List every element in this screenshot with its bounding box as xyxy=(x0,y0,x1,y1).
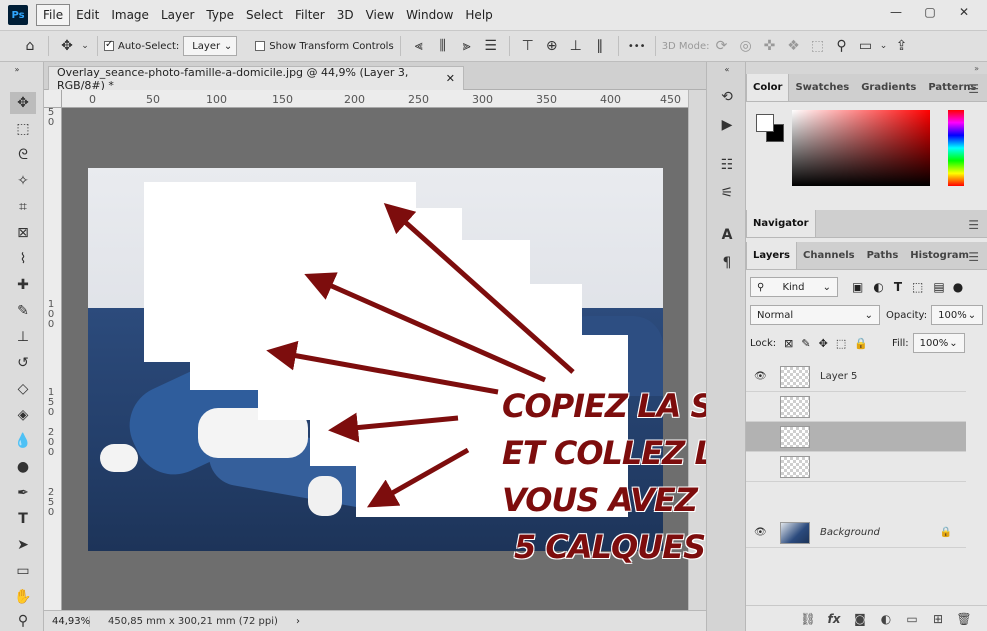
trash-icon[interactable]: 🗑 xyxy=(955,612,973,626)
mask-icon[interactable]: ◙ xyxy=(851,612,869,626)
blend-mode-value: Normal xyxy=(757,309,794,321)
filter-toggle-icon[interactable]: ● xyxy=(953,280,963,294)
lock-artboard-icon[interactable]: ⬚ xyxy=(836,337,846,350)
pixel-filter-icon[interactable]: ▣ xyxy=(852,280,863,294)
blend-mode-dropdown[interactable]: Normal ⌄ xyxy=(750,305,880,325)
type-filter-icon[interactable]: T xyxy=(894,280,902,294)
collapse-icon[interactable]: « xyxy=(716,64,738,74)
smart-object-filter-icon[interactable]: ▤ xyxy=(933,280,944,294)
visibility-eye-icon[interactable]: 👁 xyxy=(754,371,770,382)
color-panel xyxy=(746,102,987,210)
panel-menu-icon[interactable]: ☰ xyxy=(968,82,979,96)
paragraph-icon[interactable]: ¶ xyxy=(716,252,738,274)
arrow-3 xyxy=(266,340,499,395)
opacity-label: Opacity: xyxy=(886,309,928,321)
history-icon[interactable]: ⟲ xyxy=(716,86,738,108)
folder-icon[interactable]: ▭ xyxy=(903,612,921,626)
blend-opacity-row: Normal ⌄ Opacity: 100% ⌄ xyxy=(750,304,984,326)
filter-search-icon: ⚲ xyxy=(757,281,765,293)
layer-row[interactable]: 👁 Background 🔒 xyxy=(746,518,966,548)
chevron-down-icon: ⌄ xyxy=(967,309,977,321)
navigator-panel-tabs: Navigator ☰ xyxy=(746,210,987,238)
tab-histogram[interactable]: Histogram xyxy=(904,242,975,269)
lock-pixels-icon[interactable]: ✎ xyxy=(801,337,810,350)
arrow-1 xyxy=(383,203,575,374)
layer-row[interactable] xyxy=(746,422,966,452)
layer-row[interactable]: 👁 Layer 5 xyxy=(746,362,966,392)
fill-field[interactable]: 100% ⌄ xyxy=(912,333,965,353)
layer-name[interactable]: Background xyxy=(820,527,880,538)
character-icon[interactable]: A xyxy=(716,224,738,246)
panel-menu-icon[interactable]: ☰ xyxy=(968,250,979,264)
foreground-color-swatch[interactable] xyxy=(756,114,774,132)
brush-settings-icon[interactable]: ☷ xyxy=(716,154,738,176)
opacity-value: 100% xyxy=(938,309,967,321)
layers-footer: ⛓ fx ◙ ◐ ▭ ⊞ 🗑 xyxy=(746,605,987,631)
adjustments-icon[interactable]: ⚟ xyxy=(716,182,738,204)
layers-panel-tabs: Layers Channels Paths Histogram ☰ xyxy=(746,242,987,270)
lock-position-icon[interactable]: ✥ xyxy=(819,337,828,350)
fill-value: 100% xyxy=(919,337,949,349)
visibility-eye-icon[interactable]: 👁 xyxy=(754,527,770,538)
kind-filter-value: Kind xyxy=(782,281,805,293)
document-dimensions: 450,85 mm x 300,21 mm (72 ppi) xyxy=(108,615,278,627)
layer-row[interactable] xyxy=(746,392,966,422)
lock-transparent-icon[interactable]: ⊠ xyxy=(784,337,793,350)
adjustment-icon[interactable]: ◐ xyxy=(877,612,895,626)
fill-label: Fill: xyxy=(891,337,909,349)
layers-panel: ⚲ Kind ⌄ ▣ ◐ T ⬚ ▤ ● Normal ⌄ Opacity: 1… xyxy=(746,270,987,631)
color-spectrum[interactable] xyxy=(792,110,930,186)
tab-channels[interactable]: Channels xyxy=(797,242,861,269)
panel-dock-strip: « ⟲ ▶ ☷ ⚟ A ¶ xyxy=(706,62,746,631)
layer-filter-row: ⚲ Kind ⌄ ▣ ◐ T ⬚ ▤ ● xyxy=(750,276,963,298)
lock-fill-row: Lock: ⊠ ✎ ✥ ⬚ 🔒 Fill: 100% ⌄ xyxy=(750,332,965,354)
lock-icon: 🔒 xyxy=(939,527,952,538)
tab-paths[interactable]: Paths xyxy=(861,242,905,269)
chevron-down-icon: ⌄ xyxy=(822,281,831,293)
color-panel-tabs: Color Swatches Gradients Patterns ☰ xyxy=(746,74,987,102)
tab-swatches[interactable]: Swatches xyxy=(789,74,855,101)
zoom-level[interactable]: 44,93% xyxy=(44,615,90,627)
link-icon[interactable]: ⛓ xyxy=(799,612,817,626)
actions-play-icon[interactable]: ▶ xyxy=(716,114,738,136)
lock-all-icon[interactable]: 🔒 xyxy=(854,337,868,350)
arrow-4 xyxy=(328,412,459,443)
layer-thumbnail xyxy=(780,365,810,388)
opacity-field[interactable]: 100% ⌄ xyxy=(931,305,984,325)
tab-navigator[interactable]: Navigator xyxy=(746,210,816,237)
lock-label: Lock: xyxy=(750,337,777,349)
layer-row[interactable] xyxy=(746,452,966,482)
arrow-5 xyxy=(366,447,470,508)
tab-gradients[interactable]: Gradients xyxy=(855,74,922,101)
layer-thumbnail xyxy=(780,425,810,448)
tab-layers[interactable]: Layers xyxy=(746,242,797,269)
layer-name[interactable]: Layer 5 xyxy=(820,371,857,382)
panel-menu-icon[interactable]: ☰ xyxy=(968,218,979,232)
layer-thumbnail xyxy=(780,395,810,418)
status-menu-arrow-icon[interactable]: › xyxy=(296,616,300,627)
right-panels: » Color Swatches Gradients Patterns ☰ Na… xyxy=(746,62,987,631)
chevron-down-icon: ⌄ xyxy=(949,337,958,349)
tab-color[interactable]: Color xyxy=(746,74,790,101)
adjustment-filter-icon[interactable]: ◐ xyxy=(873,280,883,294)
shape-filter-icon[interactable]: ⬚ xyxy=(912,280,923,294)
kind-filter-dropdown[interactable]: ⚲ Kind ⌄ xyxy=(750,277,838,297)
hue-slider[interactable] xyxy=(948,110,964,186)
layer-thumbnail xyxy=(780,455,810,478)
new-layer-icon[interactable]: ⊞ xyxy=(929,612,947,626)
layer-thumbnail xyxy=(780,521,810,544)
status-bar: 44,93% 450,85 mm x 300,21 mm (72 ppi) › xyxy=(44,610,706,631)
chevron-down-icon: ⌄ xyxy=(864,309,873,321)
collapse-icon[interactable]: » xyxy=(974,64,979,73)
fx-icon[interactable]: fx xyxy=(825,612,843,626)
